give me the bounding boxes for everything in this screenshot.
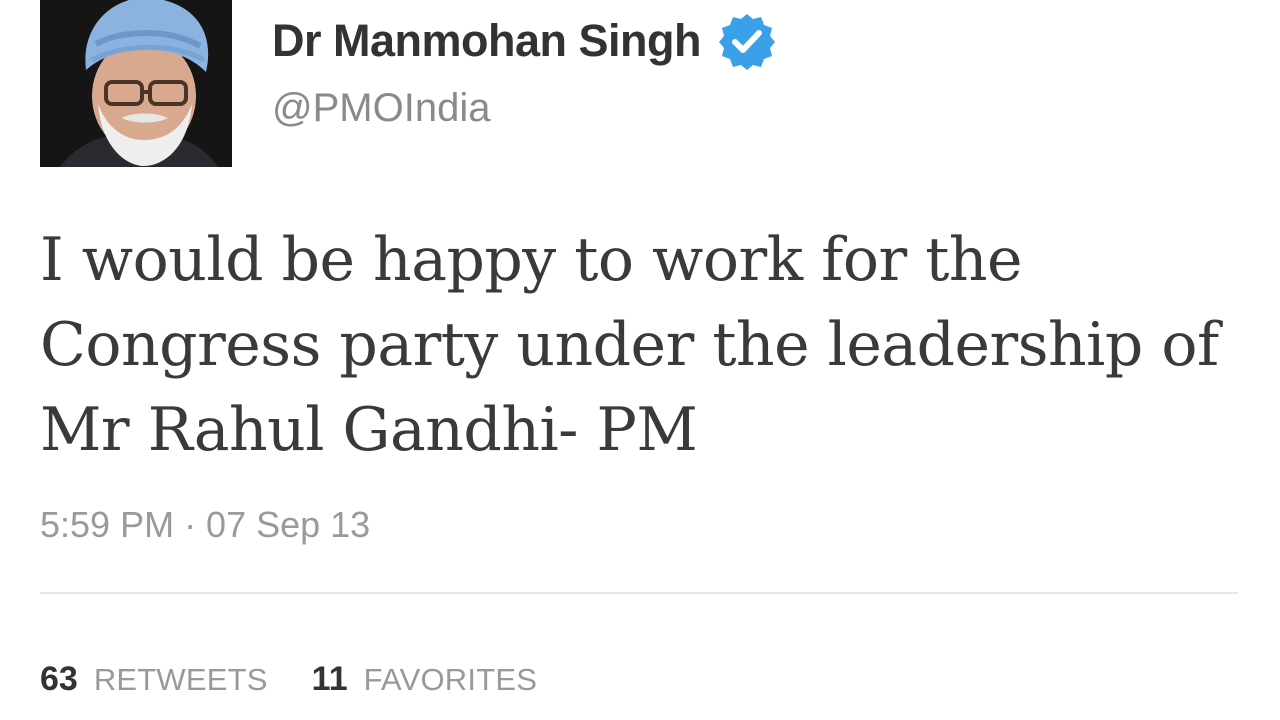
retweets-count: 63	[40, 660, 78, 698]
retweets-stat[interactable]: 63 RETWEETS	[40, 660, 268, 699]
favorites-stat[interactable]: 11 FAVORITES	[312, 660, 537, 699]
tweet-card: Dr Manmohan Singh @PMOIndia I would be h…	[0, 0, 1280, 720]
avatar-portrait	[40, 0, 232, 167]
divider	[40, 592, 1238, 594]
tweet-text-line: Congress party under the leadership of	[40, 310, 1219, 380]
display-name[interactable]: Dr Manmohan Singh	[272, 15, 702, 67]
tweet-text-line: Mr Rahul Gandhi- PM	[40, 395, 698, 465]
verified-badge-icon	[719, 14, 775, 70]
tweet-text-line: I would be happy to work for the	[40, 225, 1023, 295]
avatar[interactable]	[40, 0, 232, 167]
tweet-text: I would be happy to work for the Congres…	[40, 218, 1260, 473]
favorites-label: FAVORITES	[363, 662, 538, 697]
author-header: Dr Manmohan Singh	[272, 8, 777, 74]
tweet-timestamp[interactable]: 5:59 PM · 07 Sep 13	[40, 504, 370, 546]
favorites-count: 11	[311, 660, 348, 698]
retweets-label: RETWEETS	[93, 662, 268, 697]
tweet-stats: 63 RETWEETS 11 FAVORITES	[40, 660, 581, 699]
username-handle[interactable]: @PMOIndia	[272, 86, 490, 131]
